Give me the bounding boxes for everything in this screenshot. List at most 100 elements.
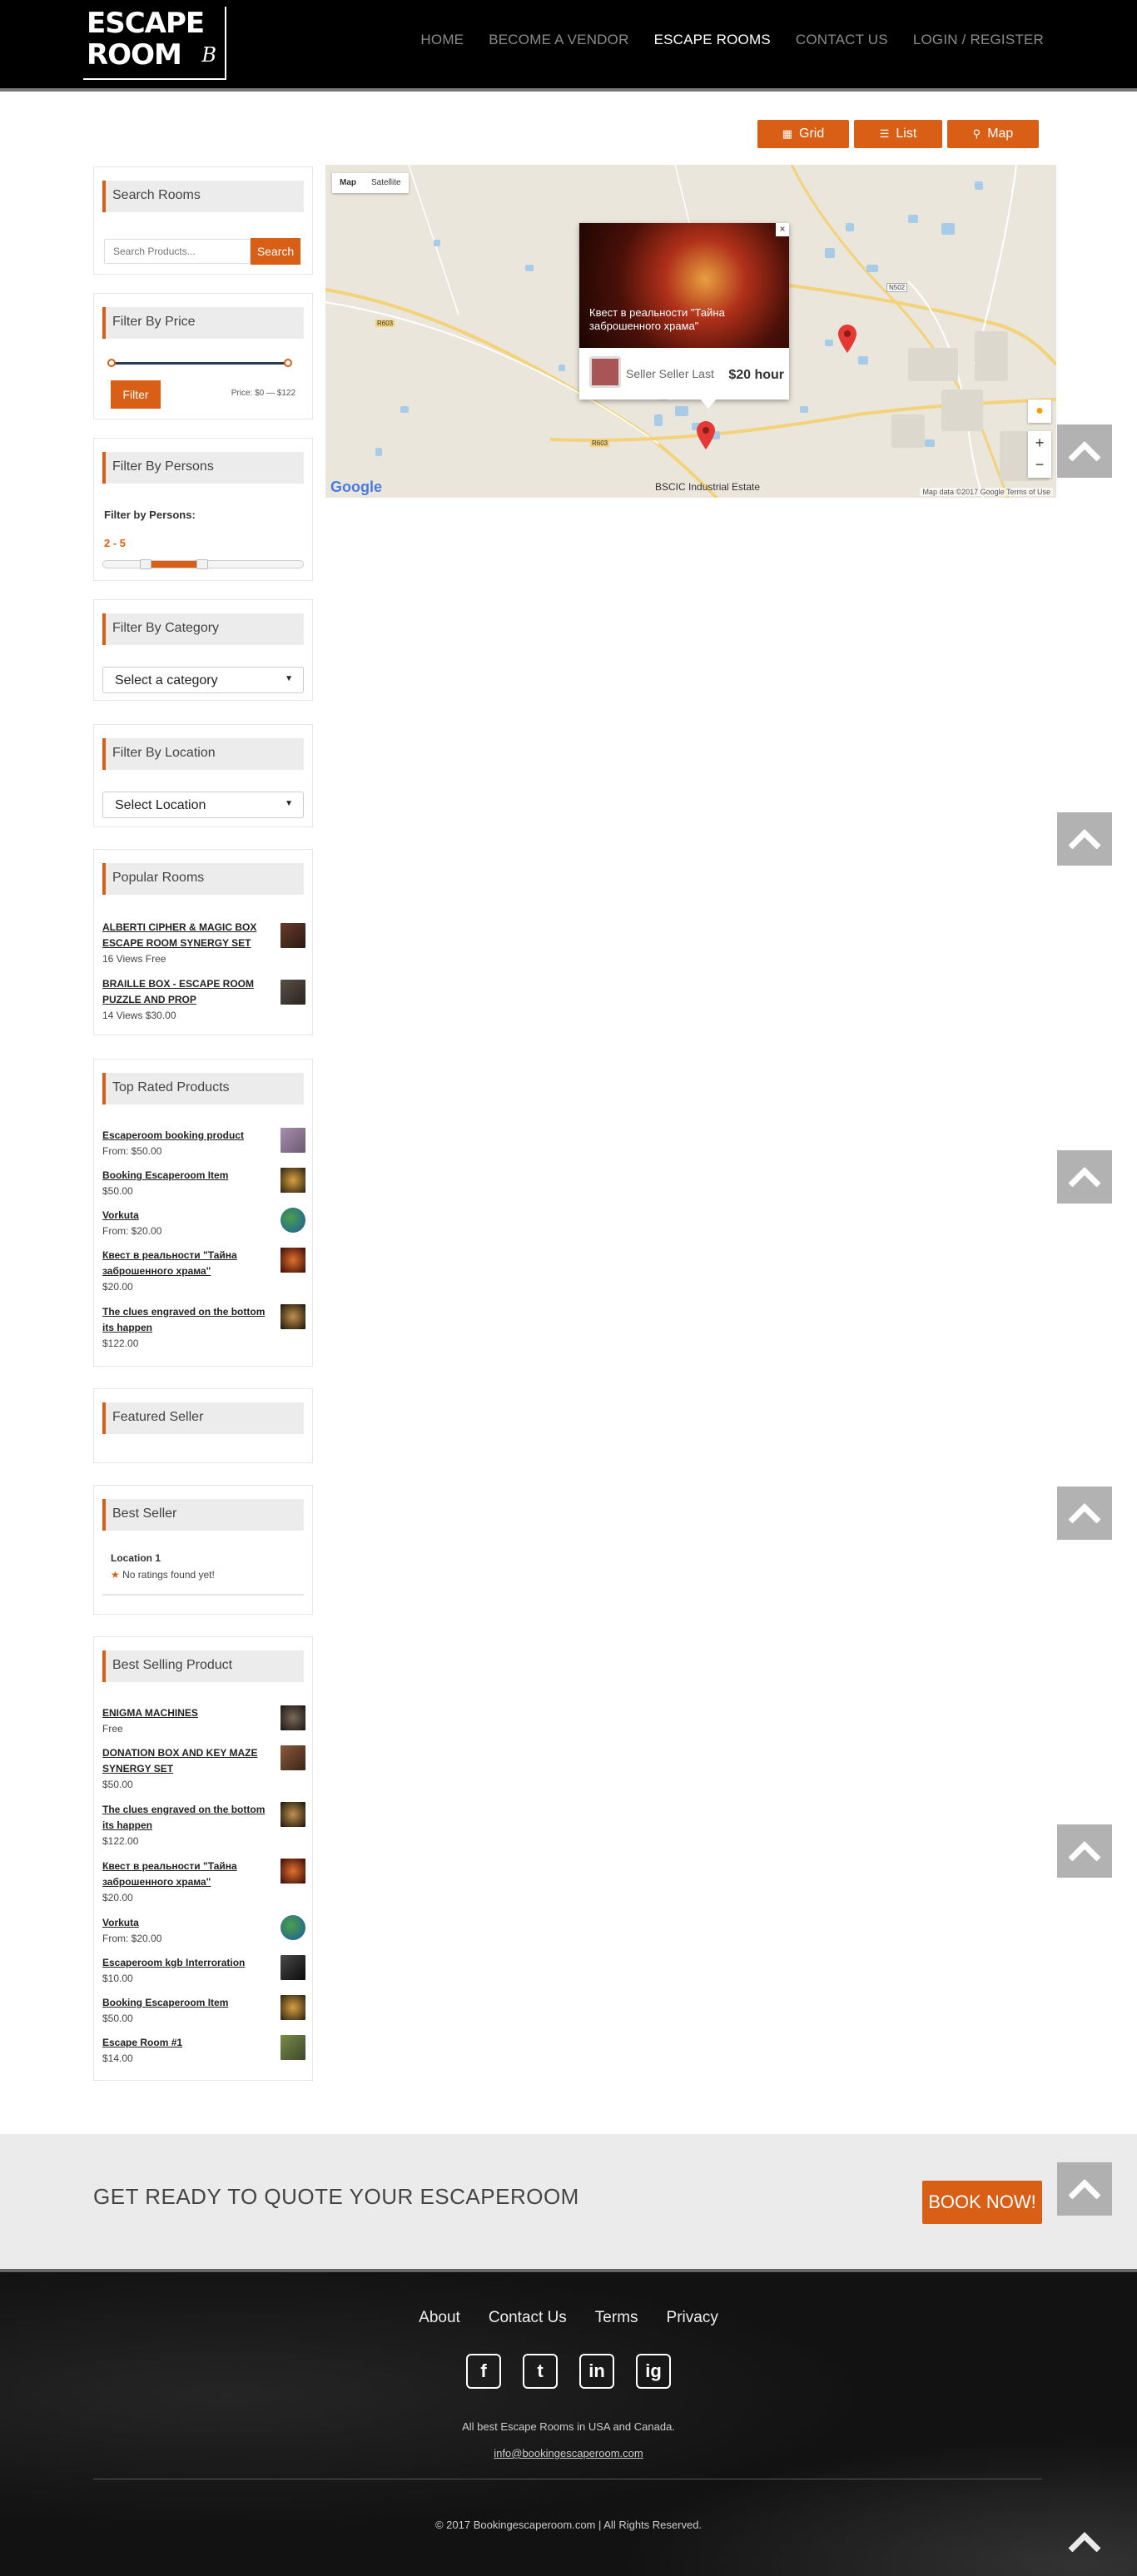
zoom-in-icon[interactable]: + <box>1028 431 1051 454</box>
product-thumbnail[interactable] <box>281 1955 305 1980</box>
nav-escape-rooms[interactable]: ESCAPE ROOMS <box>654 32 771 48</box>
site-logo[interactable]: ESCAPE ROOM B <box>83 7 226 80</box>
rooms-map[interactable]: R603 R603 N502 BSCIC Industrial Estate M… <box>325 165 1056 498</box>
road-label: R603 <box>590 439 610 447</box>
zoom-out-icon[interactable]: − <box>1028 454 1051 478</box>
list-item: Escaperoom booking product From: $50.00 <box>102 1128 305 1159</box>
product-link[interactable]: ALBERTI CIPHER & MAGIC BOX ESCAPE ROOM S… <box>102 920 269 951</box>
persons-max-handle[interactable] <box>196 559 208 569</box>
footer-email-link[interactable]: info@bookingescaperoom.com <box>0 2447 1137 2459</box>
product-thumbnail[interactable] <box>281 1168 305 1193</box>
map-marker-icon[interactable] <box>838 325 856 353</box>
product-thumbnail[interactable] <box>281 923 305 948</box>
widget-title: Popular Rooms <box>102 863 304 895</box>
product-link[interactable]: DONATION BOX AND KEY MAZE SYNERGY SET <box>102 1745 269 1777</box>
product-link[interactable]: ENIGMA MACHINES <box>102 1705 269 1721</box>
social-links: f t in ig <box>0 2354 1137 2389</box>
product-link[interactable]: Booking Escaperoom Item <box>102 1995 269 2011</box>
popup-title[interactable]: Квест в реальности "Тайна заброшенного х… <box>589 306 772 333</box>
filter-button[interactable]: Filter <box>111 380 161 409</box>
widget-title: Top Rated Products <box>102 1073 304 1104</box>
seller-rating: ★ No ratings found yet! <box>111 1569 215 1581</box>
footer-link-terms[interactable]: Terms <box>595 2309 638 2327</box>
product-link[interactable]: The clues engraved on the bottom its hap… <box>102 1304 269 1336</box>
back-to-top-button[interactable] <box>1057 424 1112 478</box>
list-view-button[interactable]: ☰ List <box>854 120 942 148</box>
footer-link-about[interactable]: About <box>419 2309 460 2327</box>
widget-title: Filter By Location <box>102 738 304 770</box>
map-view-button[interactable]: ⚲ Map <box>947 120 1039 148</box>
cta-text: GET READY TO QUOTE YOUR ESCAPEROOM <box>93 2184 579 2209</box>
product-thumbnail[interactable] <box>281 1208 305 1233</box>
grid-label: Grid <box>799 127 825 141</box>
product-thumbnail[interactable] <box>281 1304 305 1329</box>
place-label: BSCIC Industrial Estate <box>655 481 761 493</box>
product-thumbnail[interactable] <box>281 2035 305 2060</box>
product-link[interactable]: BRAILLE BOX - ESCAPE ROOM PUZZLE AND PRO… <box>102 976 269 1008</box>
facebook-icon[interactable]: f <box>466 2354 501 2389</box>
category-select[interactable]: Select a category ▼ <box>102 667 304 693</box>
back-to-top-button[interactable] <box>1057 1487 1112 1540</box>
price-range-label: Price: $0 — $122 <box>231 389 295 398</box>
nav-login-register[interactable]: LOGIN / REGISTER <box>913 32 1044 48</box>
product-link[interactable]: Escaperoom booking product <box>102 1128 269 1144</box>
twitter-icon[interactable]: t <box>523 2354 558 2389</box>
nav-home[interactable]: HOME <box>420 32 464 48</box>
map-type-map[interactable]: Map <box>332 173 364 193</box>
product-link[interactable]: Vorkuta <box>102 1208 269 1223</box>
nav-become-vendor[interactable]: BECOME A VENDOR <box>489 32 628 48</box>
grid-icon: ▦ <box>782 127 793 140</box>
map-marker-icon[interactable] <box>697 421 715 449</box>
product-thumbnail[interactable] <box>281 980 305 1005</box>
book-now-button[interactable]: BOOK NOW! <box>922 2181 1042 2224</box>
map-type-satellite[interactable]: Satellite <box>364 173 409 193</box>
product-thumbnail[interactable] <box>281 1915 305 1940</box>
caret-down-icon: ▼ <box>285 799 293 808</box>
product-thumbnail[interactable] <box>281 1705 305 1730</box>
price-min-handle[interactable] <box>107 359 116 367</box>
map-type-toggle: Map Satellite <box>332 173 409 193</box>
search-button[interactable]: Search <box>251 238 300 265</box>
grid-view-button[interactable]: ▦ Grid <box>757 120 849 148</box>
close-icon[interactable]: × <box>776 223 789 236</box>
back-to-top-button[interactable] <box>1057 812 1112 866</box>
product-thumbnail[interactable] <box>281 1745 305 1770</box>
back-to-top-button[interactable] <box>1057 1150 1112 1204</box>
product-thumbnail[interactable] <box>281 1128 305 1153</box>
list-item: Escaperoom kgb Interroration $10.00 <box>102 1955 305 1987</box>
back-to-top-button[interactable] <box>1057 2515 1112 2569</box>
product-thumbnail[interactable] <box>281 1859 305 1884</box>
widget-location-filter: Filter By Location Select Location ▼ <box>93 724 313 827</box>
product-link[interactable]: Vorkuta <box>102 1915 269 1931</box>
linkedin-icon[interactable]: in <box>579 2354 614 2389</box>
persons-min-handle[interactable] <box>140 559 151 569</box>
product-link[interactable]: Escape Room #1 <box>102 2035 269 2051</box>
instagram-icon[interactable]: ig <box>636 2354 671 2389</box>
nav-contact-us[interactable]: CONTACT US <box>796 32 888 48</box>
product-link[interactable]: Квест в реальности "Тайна заброшенного х… <box>102 1248 269 1279</box>
product-link[interactable]: Квест в реальности "Тайна заброшенного х… <box>102 1859 269 1890</box>
product-link[interactable]: Booking Escaperoom Item <box>102 1168 269 1184</box>
product-link[interactable]: Escaperoom kgb Interroration <box>102 1955 269 1971</box>
price-slider[interactable] <box>107 359 292 367</box>
location-select[interactable]: Select Location ▼ <box>102 792 304 818</box>
pegman-icon[interactable]: ● <box>1028 400 1051 423</box>
footer-link-contact[interactable]: Contact Us <box>489 2309 567 2327</box>
persons-slider[interactable] <box>102 559 304 569</box>
search-input[interactable] <box>104 239 251 264</box>
back-to-top-button[interactable] <box>1057 2162 1112 2216</box>
seller-name[interactable]: Location 1 <box>111 1552 161 1564</box>
product-thumbnail[interactable] <box>281 1802 305 1827</box>
product-thumbnail[interactable] <box>281 1995 305 2020</box>
site-footer: About Contact Us Terms Privacy f t in ig… <box>0 2269 1137 2576</box>
product-price: $14.00 <box>102 2052 133 2064</box>
product-link[interactable]: The clues engraved on the bottom its hap… <box>102 1802 269 1834</box>
zoom-control: + − <box>1028 431 1051 478</box>
map-attribution[interactable]: Map data ©2017 Google Terms of Use <box>920 488 1053 496</box>
footer-link-privacy[interactable]: Privacy <box>667 2309 718 2327</box>
product-thumbnail[interactable] <box>281 1248 305 1273</box>
widget-title: Best Seller <box>102 1499 304 1531</box>
list-item: The clues engraved on the bottom its hap… <box>102 1304 305 1352</box>
back-to-top-button[interactable] <box>1057 1824 1112 1878</box>
price-max-handle[interactable] <box>284 359 292 367</box>
